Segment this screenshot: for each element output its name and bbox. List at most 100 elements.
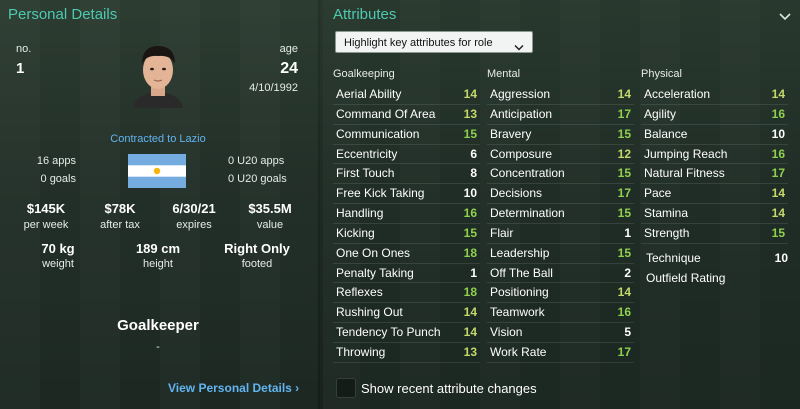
- attribute-row[interactable]: Kicking 15: [333, 224, 480, 244]
- apps: 16 apps: [36, 155, 76, 167]
- attribute-name: Determination: [490, 206, 565, 221]
- attribute-row[interactable]: One On Ones 18: [333, 244, 480, 264]
- attribute-value: 15: [771, 225, 785, 240]
- attribute-name: Aggression: [490, 87, 551, 101]
- attribute-row[interactable]: First Touch 8: [333, 164, 480, 185]
- attribute-row[interactable]: Tendency To Punch 14: [333, 323, 480, 343]
- attribute-name: Reflexes: [336, 285, 383, 300]
- attribute-value: 15: [617, 245, 631, 260]
- attribute-name: Off The Ball: [490, 265, 553, 280]
- attribute-row[interactable]: Leadership 15: [487, 244, 634, 264]
- attribute-name: One On Ones: [336, 245, 411, 260]
- attribute-row[interactable]: Work Rate 17: [487, 343, 634, 363]
- attribute-row[interactable]: Off The Ball 2: [487, 264, 634, 284]
- attribute-row[interactable]: Anticipation 17: [487, 105, 634, 125]
- attribute-row[interactable]: Aerial Ability 14: [333, 85, 480, 105]
- attribute-value: 10: [463, 186, 477, 201]
- attribute-value: 13: [463, 106, 477, 121]
- attribute-value: 5: [624, 325, 631, 340]
- attribute-name: Penalty Taking: [336, 265, 414, 280]
- attribute-value: 12: [617, 146, 631, 161]
- attribute-value: 2: [624, 265, 631, 280]
- attribute-row[interactable]: Acceleration 14: [641, 85, 788, 105]
- attribute-row[interactable]: Strength 15: [641, 224, 788, 244]
- attribute-value: 14: [463, 87, 477, 101]
- attribute-name: Rushing Out: [336, 305, 403, 320]
- attribute-name: Natural Fitness: [644, 166, 725, 181]
- attribute-row[interactable]: Bravery 15: [487, 125, 634, 145]
- attributes-panel: Attributes Highlight key attributes for …: [323, 0, 800, 409]
- attribute-row[interactable]: Command Of Area 13: [333, 105, 480, 125]
- attribute-row[interactable]: Teamwork 16: [487, 303, 634, 324]
- attribute-name: Positioning: [490, 285, 549, 300]
- attribute-row[interactable]: Agility 16: [641, 105, 788, 125]
- attribute-value: 16: [771, 106, 785, 121]
- attribute-name: Free Kick Taking: [336, 186, 425, 201]
- attribute-row[interactable]: Vision 5: [487, 323, 634, 343]
- attribute-value: 16: [771, 146, 785, 161]
- expires-value: 6/30/21: [172, 201, 216, 216]
- attribute-row[interactable]: Jumping Reach 16: [641, 145, 788, 165]
- foot-label: footed: [241, 258, 273, 270]
- attribute-value: 6: [470, 146, 477, 161]
- u20-apps: 0 U20 apps: [228, 155, 285, 167]
- attribute-name: Kicking: [336, 225, 375, 240]
- position: Goalkeeper: [117, 317, 199, 334]
- attribute-name: Flair: [490, 225, 514, 240]
- chevron-down-icon[interactable]: [779, 8, 791, 26]
- attribute-row[interactable]: Rushing Out 14: [333, 303, 480, 324]
- view-personal-details-link[interactable]: View Personal Details ›: [168, 381, 299, 395]
- attribute-row[interactable]: Stamina 14: [641, 204, 788, 224]
- attribute-row[interactable]: Decisions 17: [487, 184, 634, 205]
- attribute-row[interactable]: Penalty Taking 1: [333, 264, 480, 284]
- chevron-down-icon: [514, 38, 524, 60]
- attribute-name: Pace: [644, 186, 672, 201]
- outfield-rating-label: Outfield Rating: [646, 271, 726, 285]
- date-of-birth: 4/10/1992: [249, 82, 298, 94]
- attribute-row[interactable]: Throwing 13: [333, 343, 480, 363]
- expires-label: expires: [176, 219, 212, 231]
- attribute-name: First Touch: [336, 166, 395, 181]
- age-value: 24: [280, 60, 298, 77]
- attribute-row[interactable]: Communication 15: [333, 125, 480, 145]
- attribute-row[interactable]: Determination 15: [487, 204, 634, 224]
- attribute-value: 1: [624, 225, 631, 240]
- foot-value: Right Only: [224, 241, 290, 256]
- attribute-row[interactable]: Composure 12: [487, 145, 634, 165]
- attribute-row[interactable]: Balance 10: [641, 125, 788, 145]
- attribute-row[interactable]: Flair 1: [487, 224, 634, 244]
- after-tax-value: $78K: [104, 201, 136, 216]
- attribute-value: 10: [771, 126, 785, 141]
- contract-link[interactable]: Contracted to Lazio: [110, 133, 205, 145]
- attribute-name: Jumping Reach: [644, 146, 728, 161]
- attribute-value: 14: [771, 186, 785, 201]
- attribute-value: 17: [771, 166, 785, 181]
- show-changes-checkbox[interactable]: [336, 378, 356, 398]
- attribute-name: Acceleration: [644, 87, 711, 101]
- attribute-row[interactable]: Reflexes 18: [333, 283, 480, 304]
- attribute-value: 1: [470, 265, 477, 280]
- attribute-name: Handling: [336, 206, 384, 221]
- attribute-row[interactable]: Aggression 14: [487, 85, 634, 105]
- attribute-row[interactable]: Natural Fitness 17: [641, 164, 788, 185]
- attribute-row[interactable]: Eccentricity 6: [333, 145, 480, 165]
- attribute-value: 13: [463, 344, 477, 359]
- attribute-name: Command Of Area: [336, 106, 436, 121]
- weight-label: weight: [42, 258, 74, 270]
- market-value: $35.5M: [248, 201, 292, 216]
- attribute-row[interactable]: Handling 16: [333, 204, 480, 224]
- attribute-row[interactable]: Free Kick Taking 10: [333, 184, 480, 205]
- mental-heading: Mental: [487, 68, 521, 80]
- attribute-row[interactable]: Pace 14: [641, 184, 788, 205]
- attribute-row[interactable]: Concentration 15: [487, 164, 634, 185]
- highlight-attributes-dropdown[interactable]: Highlight key attributes for role: [335, 31, 533, 53]
- attribute-value: 15: [617, 126, 631, 141]
- after-tax-label: after tax: [100, 219, 140, 231]
- attribute-row[interactable]: Positioning 14: [487, 283, 634, 304]
- attribute-value: 15: [617, 206, 631, 221]
- wage-value: $145K: [26, 201, 66, 216]
- attribute-name: Communication: [336, 126, 420, 141]
- physical-attributes: Acceleration 14 Agility 16 Balance 10 Jumping …: [641, 85, 788, 244]
- attribute-value: 14: [463, 325, 477, 340]
- market-value-label: value: [256, 219, 284, 231]
